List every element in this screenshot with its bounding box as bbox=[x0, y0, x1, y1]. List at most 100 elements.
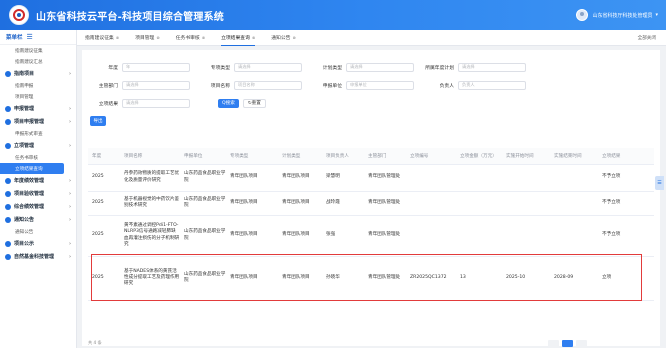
pager-next-button[interactable] bbox=[576, 340, 587, 347]
plan-type-select[interactable]: 请选择 bbox=[346, 62, 414, 72]
sub-plan-select[interactable]: 请选择 bbox=[458, 62, 526, 72]
table-row[interactable]: 2025 基于NADES体系的黄芪活性成分提取工艺及药理作用研究 山东药品食品职业学… bbox=[88, 256, 654, 301]
table-cell bbox=[550, 215, 598, 257]
tab[interactable]: 任务书审核 ⊗ bbox=[176, 30, 205, 46]
table-cell bbox=[406, 164, 456, 192]
sidebar-group-label: 通知公告 bbox=[14, 217, 35, 223]
sidebar-header: 菜单栏 ☰ bbox=[0, 30, 76, 45]
table-cell bbox=[406, 191, 456, 216]
pager-total: 共 4 条 bbox=[88, 340, 102, 345]
close-icon[interactable]: ⊗ bbox=[252, 35, 255, 40]
chevron-down-icon: ▾ bbox=[655, 12, 658, 18]
column-header: 年度 bbox=[88, 148, 120, 165]
side-float-button[interactable]: ☰ bbox=[655, 176, 664, 190]
sidebar-item[interactable]: 项目管理 bbox=[0, 91, 76, 102]
sidebar-group[interactable]: 项目申报管理 › bbox=[0, 115, 76, 128]
close-icon[interactable]: ⊗ bbox=[202, 35, 205, 40]
chevron-right-icon: › bbox=[68, 118, 71, 125]
sidebar-item[interactable]: 任务书审核 bbox=[0, 152, 76, 163]
leader-label: 负责人 bbox=[439, 83, 454, 89]
sidebar-item[interactable]: 指南建议征集 bbox=[0, 45, 76, 56]
leader-input[interactable]: 负责人 bbox=[458, 80, 526, 90]
column-header: 专项类型 bbox=[226, 148, 278, 165]
logo-icon bbox=[9, 5, 29, 25]
reset-button[interactable]: ↻重置 bbox=[242, 98, 266, 108]
results-table-wrap: 年度 项目名称 申报单位 专项类型 计划类型 项目负责人 主管部门 立项编号 立项金额（万元）实… bbox=[88, 148, 654, 301]
sidebar-group[interactable]: 指南项目 › bbox=[0, 67, 76, 80]
applicant-unit-input[interactable]: 申报单位 bbox=[346, 80, 414, 90]
status-label: 立项结果 bbox=[98, 101, 118, 107]
sidebar-item[interactable]: 立项结果查询 bbox=[0, 163, 64, 174]
sidebar-group[interactable]: 自然基金科技管理 › bbox=[0, 250, 76, 263]
sidebar-group[interactable]: 项目验收管理 › bbox=[0, 187, 76, 200]
tab[interactable]: 通知公告 ⊗ bbox=[271, 30, 296, 46]
sidebar-group-label: 自然基金科技管理 bbox=[14, 254, 55, 260]
sidebar-group[interactable]: 项目公示 › bbox=[0, 237, 76, 250]
table-cell: 梁慧明 bbox=[322, 164, 364, 192]
sidebar-item[interactable]: 指南建议汇总 bbox=[0, 56, 76, 67]
menu-group-icon bbox=[5, 240, 11, 247]
results-table: 年度 项目名称 申报单位 专项类型 计划类型 项目负责人 主管部门 立项编号 立项金额（万元）实… bbox=[88, 148, 654, 301]
type-select[interactable]: 请选择 bbox=[234, 62, 302, 72]
sidebar-group[interactable]: 申报管理 › bbox=[0, 102, 76, 115]
year-input[interactable]: 年 bbox=[122, 62, 190, 72]
table-row[interactable]: 2025 黄芩素通过调控Pdi1-FTO-NLRP3信号通路减轻肺缺血再灌注损伤的… bbox=[88, 215, 654, 257]
sidebar-group[interactable]: 立项管理 › bbox=[0, 139, 76, 152]
sidebar-group-label: 项目验收管理 bbox=[14, 191, 45, 197]
table-cell: 2025 bbox=[88, 164, 120, 192]
table-cell bbox=[406, 215, 456, 257]
dept-select[interactable]: 请选择 bbox=[122, 80, 190, 90]
chevron-right-icon: › bbox=[68, 203, 71, 210]
sidebar-group[interactable]: 年度绩效管理 › bbox=[0, 174, 76, 187]
tab[interactable]: 立项结果查询 ⊗ bbox=[221, 30, 256, 46]
table-cell: 黄芩素通过调控Pdi1-FTO-NLRP3信号通路减轻肺缺血再灌注损伤的分子机制… bbox=[120, 215, 180, 257]
column-header: 立项金额（万元） bbox=[456, 148, 502, 165]
table-cell: 2025 bbox=[88, 191, 120, 216]
table-cell bbox=[502, 191, 550, 216]
table-cell: 张强 bbox=[322, 215, 364, 257]
sidebar-item[interactable]: 指南申报 bbox=[0, 80, 76, 91]
table-cell: 山东药品食品职业学院 bbox=[180, 256, 226, 301]
sidebar-item[interactable]: 申报形式审查 bbox=[0, 128, 76, 139]
table-cell bbox=[456, 191, 502, 216]
sub-plan-label: 所属年度计划 bbox=[425, 65, 454, 71]
table-row[interactable]: 2025 基于机器视觉的中药饮片鉴别技术研究 山东药品食品职业学院 青年团队项目 青年团… bbox=[88, 191, 654, 216]
tab[interactable]: 项目管理 ⊗ bbox=[135, 30, 160, 46]
export-button[interactable]: 导出 bbox=[90, 116, 106, 126]
search-button[interactable]: Q搜索 bbox=[218, 98, 239, 108]
table-cell: 不予立项 bbox=[598, 164, 654, 192]
close-all-tabs-button[interactable]: 全部关闭 bbox=[638, 35, 656, 41]
menu-group-icon bbox=[5, 216, 11, 223]
menu-group-icon bbox=[5, 118, 11, 125]
pager-page-button[interactable] bbox=[562, 340, 573, 347]
user-name: 山东省科技厅科技处管理员 bbox=[592, 12, 653, 19]
close-icon[interactable]: ⊗ bbox=[292, 35, 295, 40]
table-header-row: 年度 项目名称 申报单位 专项类型 计划类型 项目负责人 主管部门 立项编号 立项金额（万元）实… bbox=[88, 148, 654, 165]
table-cell: 战玲霞 bbox=[322, 191, 364, 216]
table-cell bbox=[550, 191, 598, 216]
sidebar-item[interactable]: 通知公告 bbox=[0, 226, 76, 237]
sidebar-group-label: 申报管理 bbox=[14, 106, 35, 112]
project-name-input[interactable]: 项目名称 bbox=[234, 80, 302, 90]
chevron-right-icon: › bbox=[68, 105, 71, 112]
table-cell: 青年团队管理处 bbox=[364, 256, 406, 301]
tab-label: 通知公告 bbox=[271, 36, 291, 41]
table-cell: 13 bbox=[456, 256, 502, 301]
pager-prev-button[interactable] bbox=[548, 340, 559, 347]
table-cell: 不予立项 bbox=[598, 191, 654, 216]
column-header: 计划类型 bbox=[278, 148, 322, 165]
sidebar-group[interactable]: 综合绩效管理 › bbox=[0, 200, 76, 213]
user-menu[interactable]: 山东省科技厅科技处管理员 ▾ bbox=[576, 8, 658, 22]
close-icon[interactable]: ⊗ bbox=[156, 35, 159, 40]
column-header: 主管部门 bbox=[364, 148, 406, 165]
status-select[interactable]: 请选择 bbox=[122, 98, 190, 108]
pagination: 共 4 条 bbox=[82, 340, 660, 348]
menu-toggle-icon[interactable]: ☰ bbox=[27, 33, 33, 41]
column-header: 申报单位 bbox=[180, 148, 226, 165]
table-cell: 2025-10 bbox=[502, 256, 550, 301]
table-cell: 青年团队项目 bbox=[226, 191, 278, 216]
sidebar-group[interactable]: 通知公告 › bbox=[0, 213, 76, 226]
close-icon[interactable]: ⊗ bbox=[116, 35, 119, 40]
table-row[interactable]: 2025 丹参药效物质的提取工艺优化及质量评价研究 山东药品食品职业学院 青年团队项目… bbox=[88, 164, 654, 192]
tab[interactable]: 指南建议征集 ⊗ bbox=[85, 30, 119, 46]
